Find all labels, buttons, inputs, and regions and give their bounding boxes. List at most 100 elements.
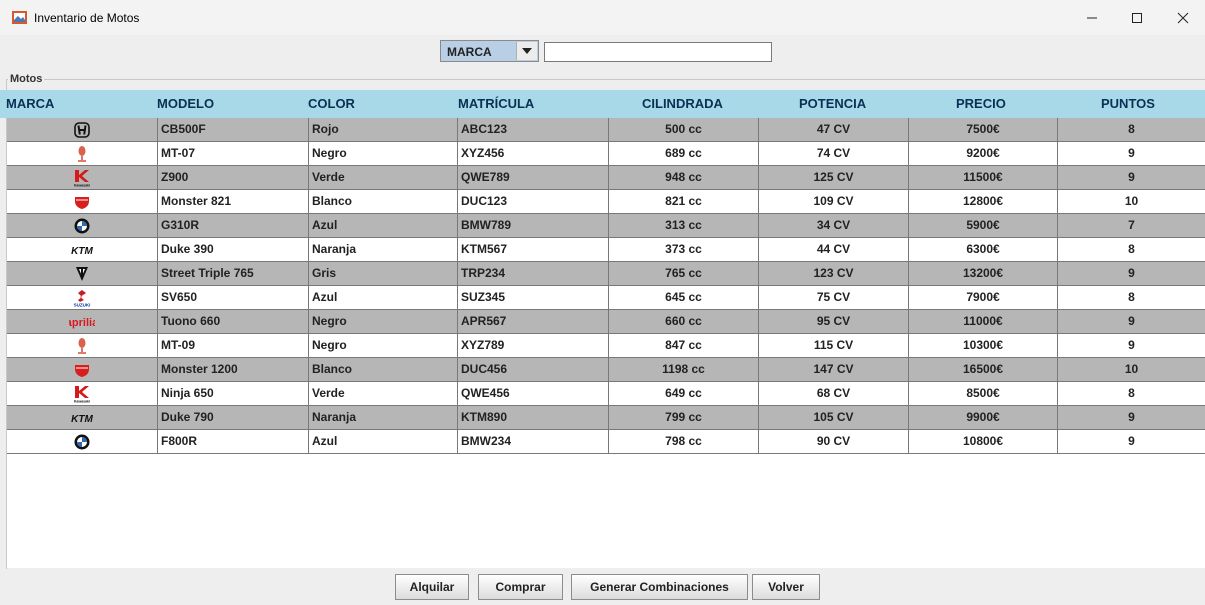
aprilia-logo-text: aprilia — [69, 317, 95, 329]
cell-potencia: 125 CV — [758, 166, 908, 189]
cell-modelo: G310R — [157, 214, 308, 237]
cell-precio: 13200€ — [908, 262, 1057, 285]
kawasaki-logo: Kawasaki — [7, 166, 157, 189]
cell-puntos: 8 — [1057, 382, 1205, 405]
yamaha-logo — [7, 334, 157, 357]
cell-modelo: Tuono 660 — [157, 310, 308, 333]
svg-text:Kawasaki: Kawasaki — [74, 183, 90, 187]
cell-precio: 7900€ — [908, 286, 1057, 309]
cell-potencia: 123 CV — [758, 262, 908, 285]
minimize-button[interactable] — [1069, 0, 1114, 35]
search-input[interactable] — [544, 42, 772, 62]
cell-modelo: Duke 790 — [157, 406, 308, 429]
cell-cilindrada: 649 cc — [608, 382, 758, 405]
generar-combinaciones-button[interactable]: Generar Combinaciones — [571, 574, 748, 600]
table-row[interactable]: MT-09 Negro XYZ789 847 cc 115 CV 10300€ 9 — [7, 334, 1205, 358]
column-header-matricula[interactable]: MATRÍCULA — [458, 90, 534, 118]
cell-puntos: 9 — [1057, 166, 1205, 189]
table-row[interactable]: Monster 1200 Blanco DUC456 1198 cc 147 CV 165… — [7, 358, 1205, 382]
table-row[interactable]: Street Triple 765 Gris TRP234 765 cc 123 CV 1… — [7, 262, 1205, 286]
cell-precio: 10300€ — [908, 334, 1057, 357]
aprilia-logo: aprilia — [7, 310, 157, 333]
column-header-color[interactable]: COLOR — [308, 90, 355, 118]
ducati-logo — [7, 190, 157, 213]
title-bar: Inventario de Motos — [0, 0, 1205, 35]
cell-color: Naranja — [308, 238, 457, 261]
column-header-modelo[interactable]: MODELO — [157, 90, 214, 118]
honda-logo — [7, 118, 157, 141]
cell-modelo: Z900 — [157, 166, 308, 189]
cell-matricula: SUZ345 — [457, 286, 608, 309]
table-header: MARCA MODELO COLOR MATRÍCULA CILINDRADA … — [0, 90, 1205, 118]
table-row[interactable]: F800R Azul BMW234 798 cc 90 CV 10800€ 9 — [7, 430, 1205, 454]
suzuki-logo-text: SUZUKI — [74, 302, 91, 307]
cell-potencia: 74 CV — [758, 142, 908, 165]
cell-cilindrada: 821 cc — [608, 190, 758, 213]
group-border — [6, 79, 1205, 80]
column-header-precio[interactable]: PRECIO — [956, 90, 1006, 118]
cell-cilindrada: 660 cc — [608, 310, 758, 333]
table-row[interactable]: Kawasaki Z900 Verde QWE789 948 cc 125 CV 11500… — [7, 166, 1205, 190]
cell-puntos: 9 — [1057, 430, 1205, 453]
cell-modelo: SV650 — [157, 286, 308, 309]
cell-potencia: 68 CV — [758, 382, 908, 405]
maximize-button[interactable] — [1114, 0, 1159, 35]
cell-cilindrada: 373 cc — [608, 238, 758, 261]
cell-cilindrada: 798 cc — [608, 430, 758, 453]
cell-color: Negro — [308, 142, 457, 165]
column-header-cilindrada[interactable]: CILINDRADA — [642, 90, 723, 118]
cell-cilindrada: 765 cc — [608, 262, 758, 285]
java-app-icon — [12, 11, 27, 24]
cell-color: Blanco — [308, 190, 457, 213]
table-row[interactable]: Monster 821 Blanco DUC123 821 cc 109 CV 12800… — [7, 190, 1205, 214]
suzuki-logo: SUZUKI — [7, 286, 157, 309]
alquilar-button[interactable]: Alquilar — [395, 574, 469, 600]
close-button[interactable] — [1160, 0, 1205, 35]
cell-precio: 6300€ — [908, 238, 1057, 261]
cell-color: Gris — [308, 262, 457, 285]
ktm-logo-text: KTM — [71, 246, 93, 257]
table-row[interactable]: Kawasaki Ninja 650 Verde QWE456 649 cc 68 CV 8… — [7, 382, 1205, 406]
comprar-button[interactable]: Comprar — [478, 574, 563, 600]
column-header-puntos[interactable]: PUNTOS — [1101, 90, 1155, 118]
cell-potencia: 90 CV — [758, 430, 908, 453]
column-header-potencia[interactable]: POTENCIA — [799, 90, 866, 118]
cell-modelo: Street Triple 765 — [157, 262, 308, 285]
cell-color: Azul — [308, 286, 457, 309]
cell-cilindrada: 645 cc — [608, 286, 758, 309]
cell-puntos: 9 — [1057, 334, 1205, 357]
table-row[interactable]: KTM Duke 390 Naranja KTM567 373 cc 44 CV 6300€… — [7, 238, 1205, 262]
cell-matricula: QWE456 — [457, 382, 608, 405]
filter-field-combo[interactable]: MARCA — [440, 40, 539, 62]
cell-precio: 11500€ — [908, 166, 1057, 189]
table-row[interactable]: KTM Duke 790 Naranja KTM890 799 cc 105 CV 9900… — [7, 406, 1205, 430]
cell-matricula: BMW789 — [457, 214, 608, 237]
table-row[interactable]: SUZUKI SV650 Azul SUZ345 645 cc 75 CV 7900€ 8 — [7, 286, 1205, 310]
cell-puntos: 8 — [1057, 238, 1205, 261]
cell-precio: 8500€ — [908, 382, 1057, 405]
cell-modelo: Ninja 650 — [157, 382, 308, 405]
cell-puntos: 9 — [1057, 310, 1205, 333]
column-header-marca[interactable]: MARCA — [6, 90, 54, 118]
button-bar: Alquilar Comprar Generar Combinaciones V… — [0, 570, 1205, 605]
cell-precio: 9900€ — [908, 406, 1057, 429]
table-row[interactable]: G310R Azul BMW789 313 cc 34 CV 5900€ 7 — [7, 214, 1205, 238]
volver-button[interactable]: Volver — [752, 574, 820, 600]
kawasaki-logo: Kawasaki — [7, 382, 157, 405]
cell-color: Rojo — [308, 118, 457, 141]
combo-dropdown-button[interactable] — [516, 42, 537, 60]
cell-modelo: Monster 821 — [157, 190, 308, 213]
cell-color: Naranja — [308, 406, 457, 429]
table-row[interactable]: CB500F Rojo ABC123 500 cc 47 CV 7500€ 8 — [7, 118, 1205, 142]
cell-color: Azul — [308, 430, 457, 453]
table-row[interactable]: MT-07 Negro XYZ456 689 cc 74 CV 9200€ 9 — [7, 142, 1205, 166]
ktm-logo-text: KTM — [71, 414, 93, 425]
cell-modelo: MT-09 — [157, 334, 308, 357]
close-icon — [1177, 12, 1188, 23]
cell-color: Verde — [308, 166, 457, 189]
table-row[interactable]: aprilia Tuono 660NegroAPR567660 cc95 CV11… — [7, 310, 1205, 334]
motos-table[interactable]: MARCA MODELO COLOR MATRÍCULA CILINDRADA … — [0, 90, 1205, 568]
cell-color: Blanco — [308, 358, 457, 381]
cell-cilindrada: 799 cc — [608, 406, 758, 429]
cell-modelo: Monster 1200 — [157, 358, 308, 381]
